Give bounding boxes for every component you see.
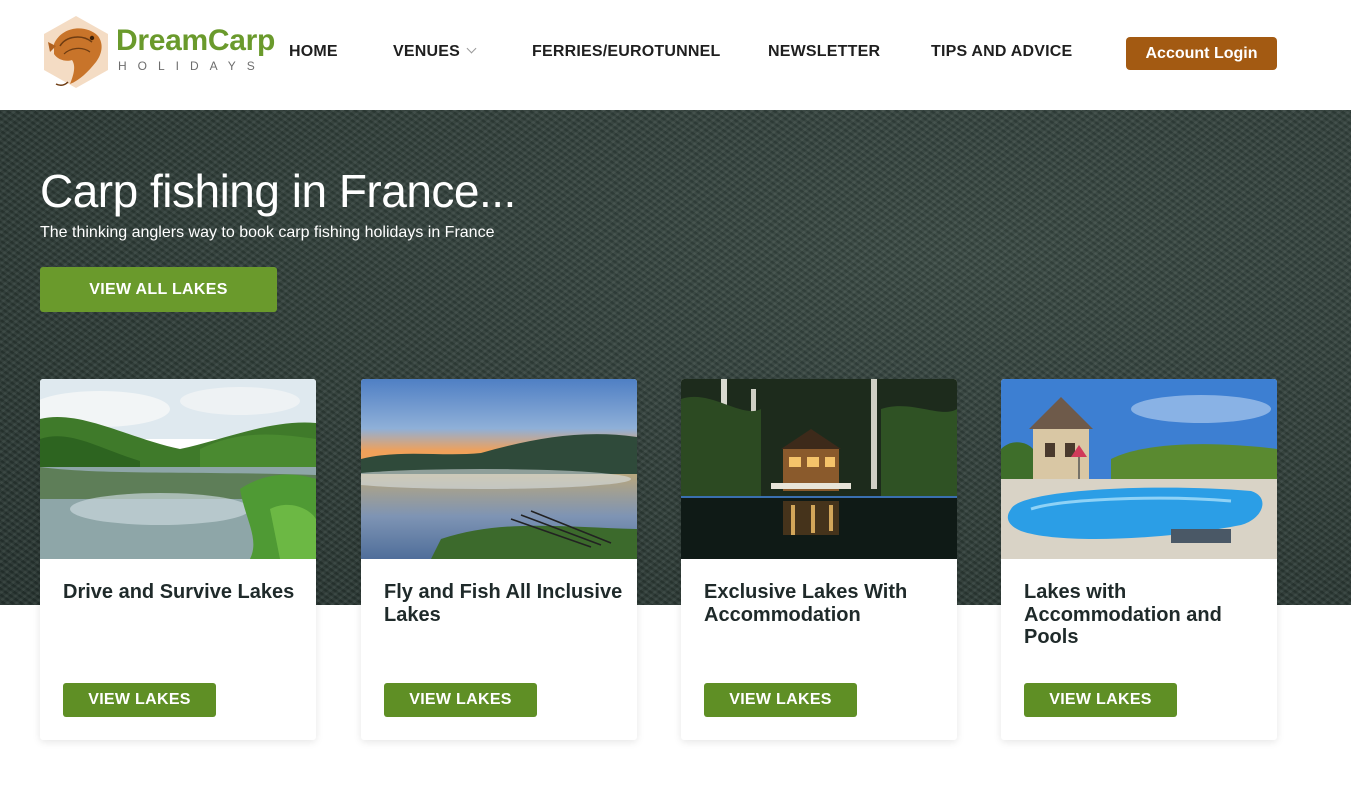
view-lakes-button[interactable]: VIEW LAKES — [384, 683, 537, 717]
card-image-lakeside-lodge[interactable] — [681, 379, 957, 559]
nav-venues[interactable]: VENUES — [393, 43, 477, 61]
site-logo[interactable]: DreamCarp HOLIDAYS — [40, 14, 275, 92]
card-title: Fly and Fish All Inclusive Lakes — [384, 581, 623, 626]
nav-home[interactable]: HOME — [289, 43, 338, 61]
card-image-cottage-pool[interactable] — [1001, 379, 1277, 559]
logo-tagline: HOLIDAYS — [118, 59, 266, 73]
view-lakes-button[interactable]: VIEW LAKES — [1024, 683, 1177, 717]
card-title: Exclusive Lakes With Accommodation — [704, 581, 908, 626]
site-header: DreamCarp HOLIDAYS HOME VENUES FERRIES/E… — [0, 0, 1351, 110]
card-image-misty-lake[interactable] — [361, 379, 637, 559]
nav-newsletter[interactable]: NEWSLETTER — [768, 43, 880, 61]
category-card-lakes-with-pools: Lakes with Accommodation and Pools VIEW … — [1001, 379, 1277, 740]
card-title: Drive and Survive Lakes — [63, 581, 295, 603]
hero-subtitle: The thinking anglers way to book carp fi… — [40, 224, 495, 241]
carp-logo-icon — [44, 16, 108, 88]
nav-tips-and-advice[interactable]: TIPS AND ADVICE — [931, 43, 1072, 61]
category-card-drive-and-survive: Drive and Survive Lakes VIEW LAKES — [40, 379, 316, 740]
hero-title: Carp fishing in France... — [40, 165, 516, 217]
view-all-lakes-button[interactable]: VIEW ALL LAKES — [40, 267, 277, 312]
logo-wordmark: DreamCarp — [116, 24, 276, 57]
category-card-exclusive-lakes: Exclusive Lakes With Accommodation VIEW … — [681, 379, 957, 740]
card-image-forest-lake[interactable] — [40, 379, 316, 559]
nav-venues-label: VENUES — [393, 43, 460, 60]
category-card-fly-and-fish: Fly and Fish All Inclusive Lakes VIEW LA… — [361, 379, 637, 740]
view-lakes-button[interactable]: VIEW LAKES — [63, 683, 216, 717]
nav-ferries-eurotunnel[interactable]: FERRIES/EUROTUNNEL — [532, 43, 721, 61]
account-login-button[interactable]: Account Login — [1126, 37, 1277, 70]
view-lakes-button[interactable]: VIEW LAKES — [704, 683, 857, 717]
chevron-down-icon — [466, 43, 477, 54]
card-title: Lakes with Accommodation and Pools — [1024, 581, 1222, 648]
